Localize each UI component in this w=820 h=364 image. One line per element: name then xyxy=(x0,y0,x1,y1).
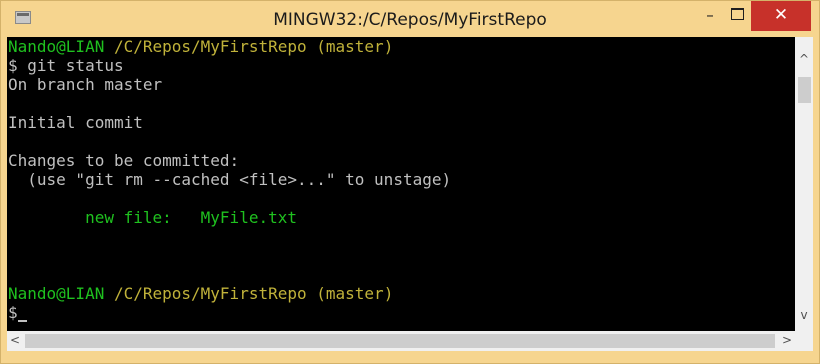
horizontal-scroll-thumb[interactable] xyxy=(25,334,775,348)
output-line: Initial commit xyxy=(8,113,143,132)
prompt-path: /C/Repos/MyFirstRepo xyxy=(104,284,307,303)
chevron-left-icon[interactable]: < xyxy=(7,333,23,347)
text-cursor xyxy=(17,320,27,322)
prompt-line: Nando@LIAN /C/Repos/MyFirstRepo (master) xyxy=(7,284,795,303)
chevron-up-icon[interactable]: ^ xyxy=(795,52,813,66)
output-line: (use "git rm --cached <file>..." to unst… xyxy=(8,170,452,189)
output-line: Changes to be committed: xyxy=(8,151,240,170)
horizontal-scrollbar[interactable]: < > xyxy=(7,331,795,351)
prompt-branch: (master) xyxy=(306,284,394,303)
chevron-down-icon[interactable]: v xyxy=(795,308,813,322)
staged-file-line: new file: MyFile.txt xyxy=(8,208,297,227)
title-bar[interactable]: MINGW32:/C/Repos/MyFirstRepo – ✕ xyxy=(1,1,819,37)
input-line[interactable]: $ xyxy=(7,303,795,322)
prompt-user: Nando@LIAN xyxy=(8,37,105,56)
vertical-scrollbar[interactable]: ^ v xyxy=(795,37,813,331)
resize-grip[interactable] xyxy=(795,331,813,351)
maximize-button[interactable] xyxy=(723,1,751,31)
output-line: On branch master xyxy=(8,75,163,94)
minimize-button[interactable]: – xyxy=(697,1,723,31)
prompt-line: Nando@LIAN /C/Repos/MyFirstRepo (master) xyxy=(7,37,795,56)
vertical-scroll-thumb[interactable] xyxy=(798,77,811,103)
maximize-icon xyxy=(730,7,744,20)
prompt-branch: (master) xyxy=(306,37,394,56)
prompt-symbol: $ xyxy=(8,303,18,322)
close-button[interactable]: ✕ xyxy=(751,1,811,31)
terminal-window: MINGW32:/C/Repos/MyFirstRepo – ✕ Nando@L… xyxy=(0,0,820,364)
prompt-user: Nando@LIAN xyxy=(8,284,105,303)
terminal-output[interactable]: Nando@LIAN /C/Repos/MyFirstRepo (master)… xyxy=(7,37,795,331)
command-line: $ git status xyxy=(8,56,124,75)
prompt-path: /C/Repos/MyFirstRepo xyxy=(104,37,307,56)
chevron-right-icon[interactable]: > xyxy=(779,333,795,347)
